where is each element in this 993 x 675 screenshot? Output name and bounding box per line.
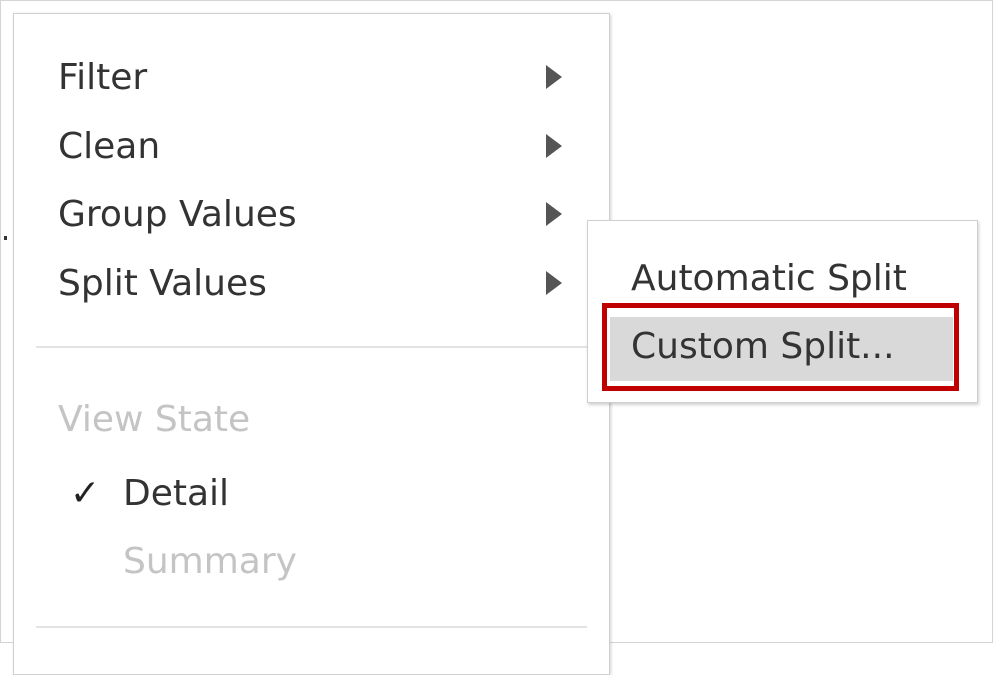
submenu-arrow-icon — [546, 202, 562, 226]
menu-item-label: Summary — [123, 541, 297, 582]
menu-item-label: Group Values — [58, 194, 297, 235]
menu-item-group-values[interactable]: Group Values — [14, 183, 609, 247]
menu-item-split-values[interactable]: Split Values — [14, 252, 609, 316]
menu-item-clean[interactable]: Clean — [14, 115, 609, 179]
menu-item-filter[interactable]: Filter — [14, 46, 609, 110]
menu-item-label: Clean — [58, 126, 161, 167]
menu-separator — [36, 346, 587, 348]
menu-separator — [36, 626, 587, 628]
checkmark-icon: ✓ — [70, 473, 101, 514]
highlight-annotation — [602, 303, 959, 391]
menu-item-summary: Summary — [14, 530, 609, 594]
submenu-arrow-icon — [546, 134, 562, 158]
menu-item-label: Filter — [58, 57, 148, 98]
menu-item-detail[interactable]: ✓ Detail — [14, 462, 609, 526]
submenu-item-label: Automatic Split — [631, 258, 907, 299]
menu-item-label: Split Values — [58, 263, 267, 304]
menu-item-label: Detail — [123, 473, 230, 514]
submenu-arrow-icon — [546, 271, 562, 295]
background-artifact — [4, 236, 7, 240]
context-menu: Filter Clean Group Values Split Values V… — [13, 13, 610, 675]
submenu-arrow-icon — [546, 65, 562, 89]
view-state-heading: View State — [58, 399, 251, 440]
